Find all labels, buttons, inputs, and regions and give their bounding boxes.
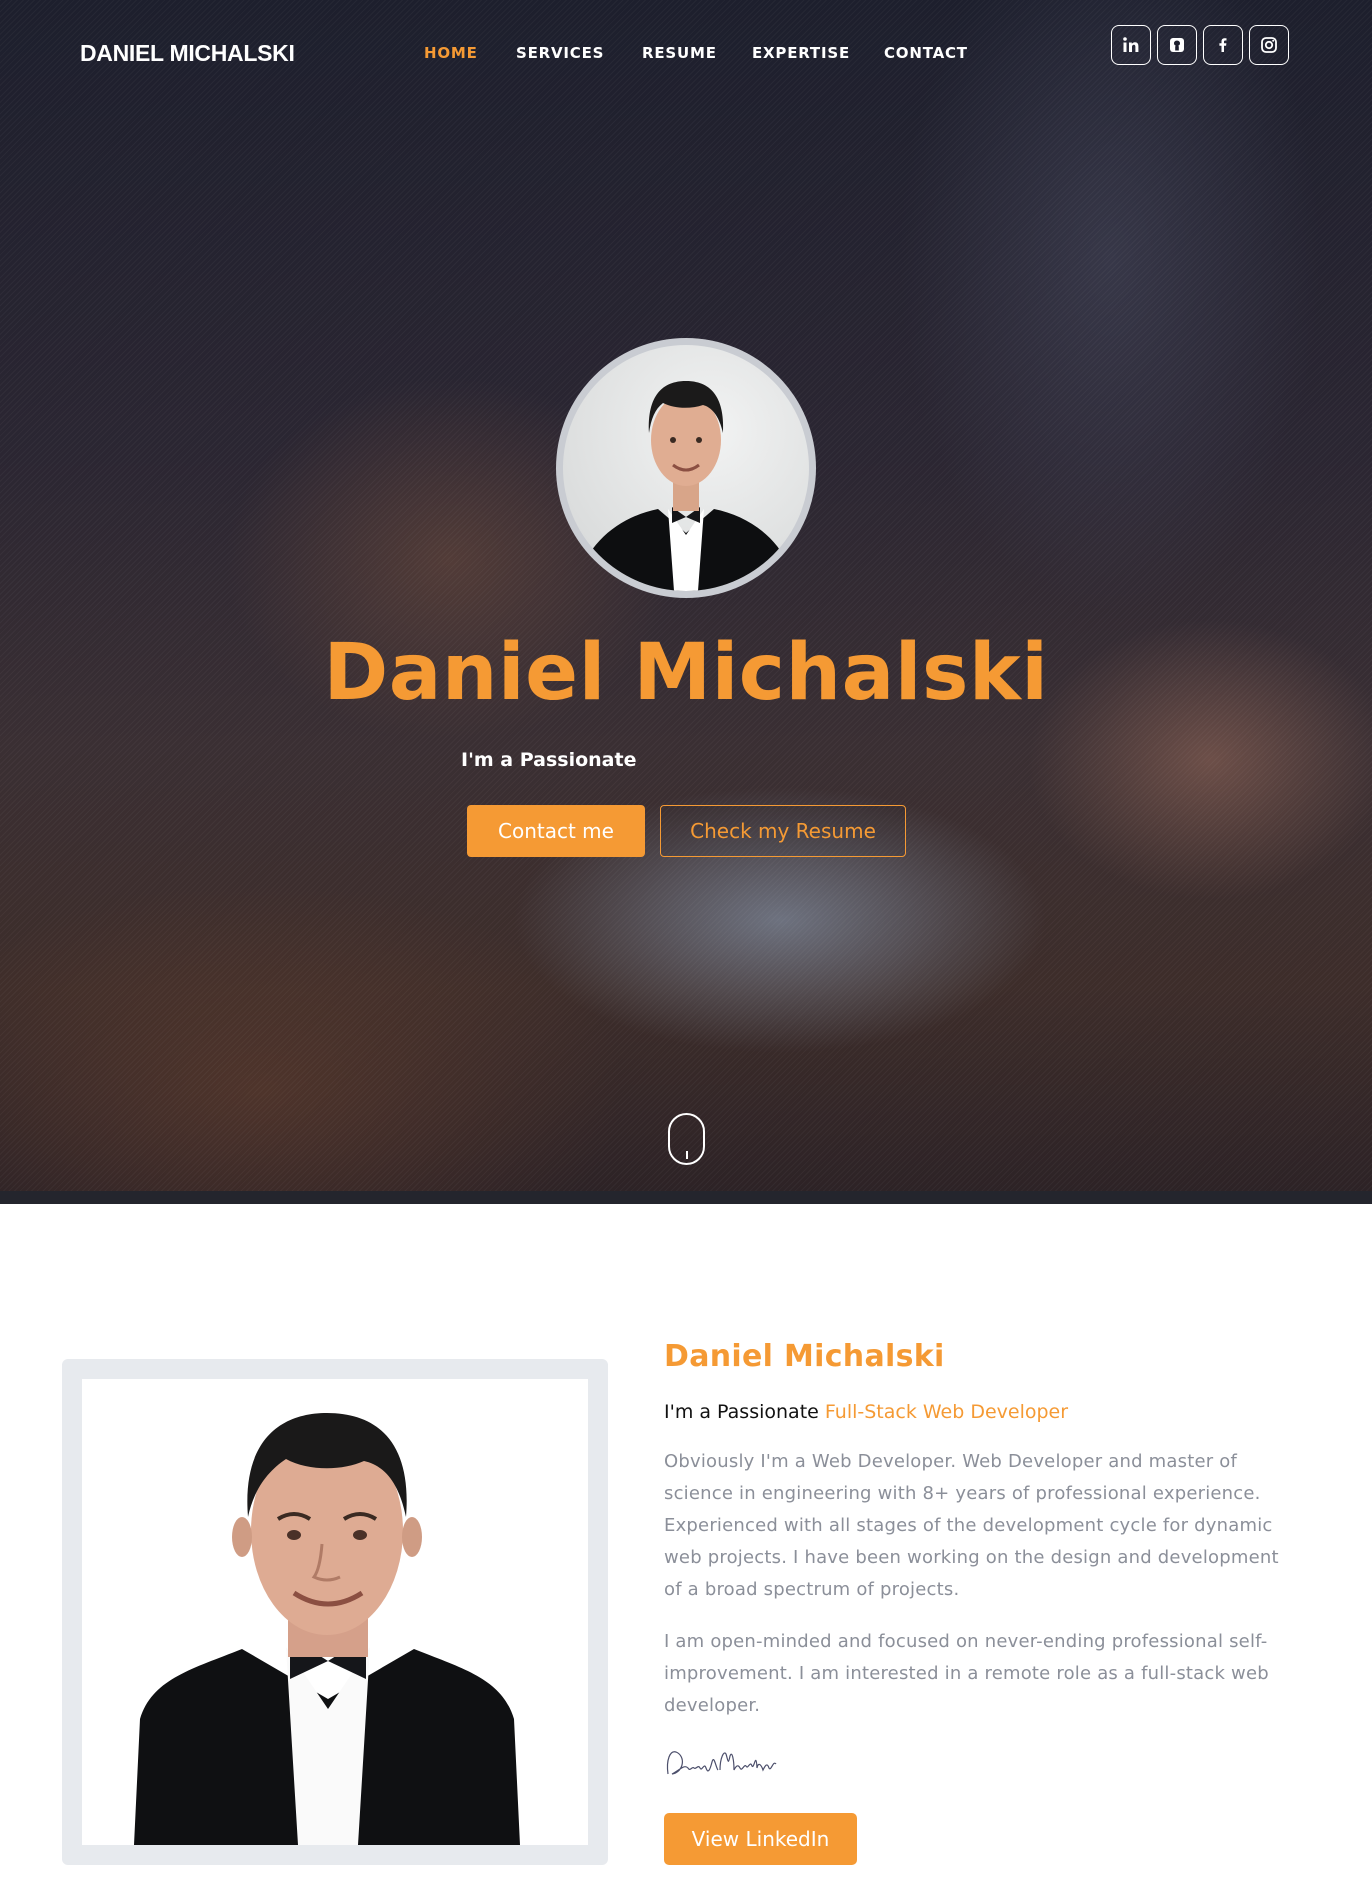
about-paragraph-2: I am open-minded and focused on never-en… — [664, 1631, 1269, 1716]
hero-name-heading: Daniel Michalski — [323, 628, 1049, 718]
contact-me-button[interactable]: Contact me — [467, 805, 645, 857]
hero-divider — [0, 1191, 1372, 1204]
brand-logo[interactable]: DANIEL MICHALSKI — [80, 40, 295, 67]
hero-subtitle: I'm a Passionate — [461, 749, 637, 771]
view-linkedin-button[interactable]: View LinkedIn — [664, 1813, 857, 1865]
hero-section: DANIEL MICHALSKI HOME SERVICES RESUME EX… — [0, 0, 1372, 1204]
about-name-heading: Daniel Michalski — [664, 1339, 945, 1374]
tagline-prefix: I'm a Passionate — [664, 1401, 819, 1423]
nav-contact[interactable]: CONTACT — [884, 44, 968, 62]
portrait-image — [134, 1413, 520, 1845]
linkedin-icon — [1123, 37, 1139, 52]
nav-resume[interactable]: RESUME — [642, 44, 717, 62]
portrait-image — [575, 381, 797, 591]
facebook-icon — [1219, 38, 1227, 52]
facebook-button[interactable] — [1203, 25, 1243, 65]
instagram-icon — [1261, 37, 1277, 53]
nav-home[interactable]: HOME — [424, 44, 478, 62]
instagram-button[interactable] — [1249, 25, 1289, 65]
about-paragraph-1: Obviously I'm a Web Developer. Web Devel… — [664, 1451, 1279, 1600]
signature-image — [666, 1751, 777, 1775]
about-tagline: I'm a Passionate Full-Stack Web Develope… — [664, 1401, 1068, 1423]
check-resume-button[interactable]: Check my Resume — [660, 805, 906, 857]
linkedin-button[interactable] — [1111, 25, 1151, 65]
tagline-role: Full-Stack Web Developer — [824, 1401, 1069, 1423]
nav-services[interactable]: SERVICES — [516, 44, 604, 62]
nav-expertise[interactable]: EXPERTISE — [752, 44, 850, 62]
github-icon — [1170, 38, 1184, 52]
github-button[interactable] — [1157, 25, 1197, 65]
about-photo-frame — [62, 1359, 608, 1865]
scroll-down-icon[interactable] — [668, 1113, 705, 1165]
hero-avatar — [556, 338, 816, 598]
